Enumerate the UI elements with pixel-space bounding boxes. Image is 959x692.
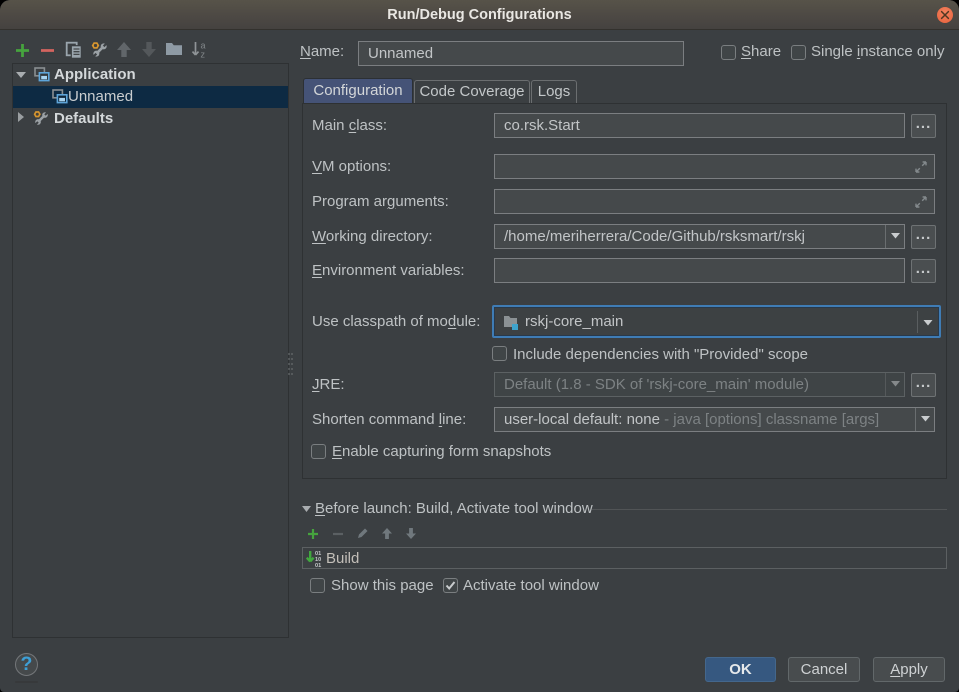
- svg-text:01: 01: [315, 563, 321, 567]
- svg-text:z: z: [201, 50, 206, 59]
